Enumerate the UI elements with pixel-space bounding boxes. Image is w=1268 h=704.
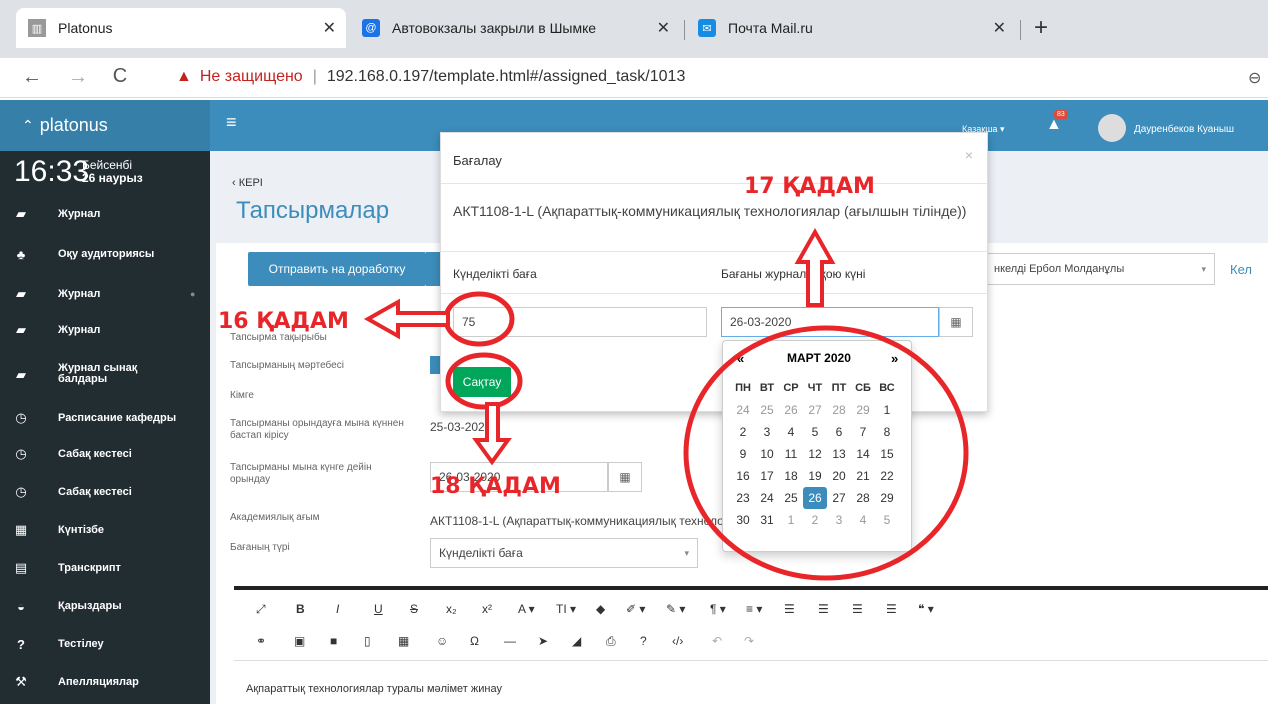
annotation-circle-save [445, 352, 523, 410]
annotation-arrow-18 [472, 402, 512, 466]
annotation-step18: 18 ҚАДАМ [430, 474, 561, 499]
annotation-circle-calendar [683, 325, 969, 581]
annotation-circle-grade [443, 291, 515, 347]
annotation-overlay [363, 227, 969, 581]
annotation-step16: 16 ҚАДАМ [218, 309, 349, 334]
annotation-arrow-17 [794, 227, 836, 307]
annotation-arrow-16 [363, 298, 450, 340]
annotation-step17: 17 ҚАДАМ [744, 174, 875, 199]
